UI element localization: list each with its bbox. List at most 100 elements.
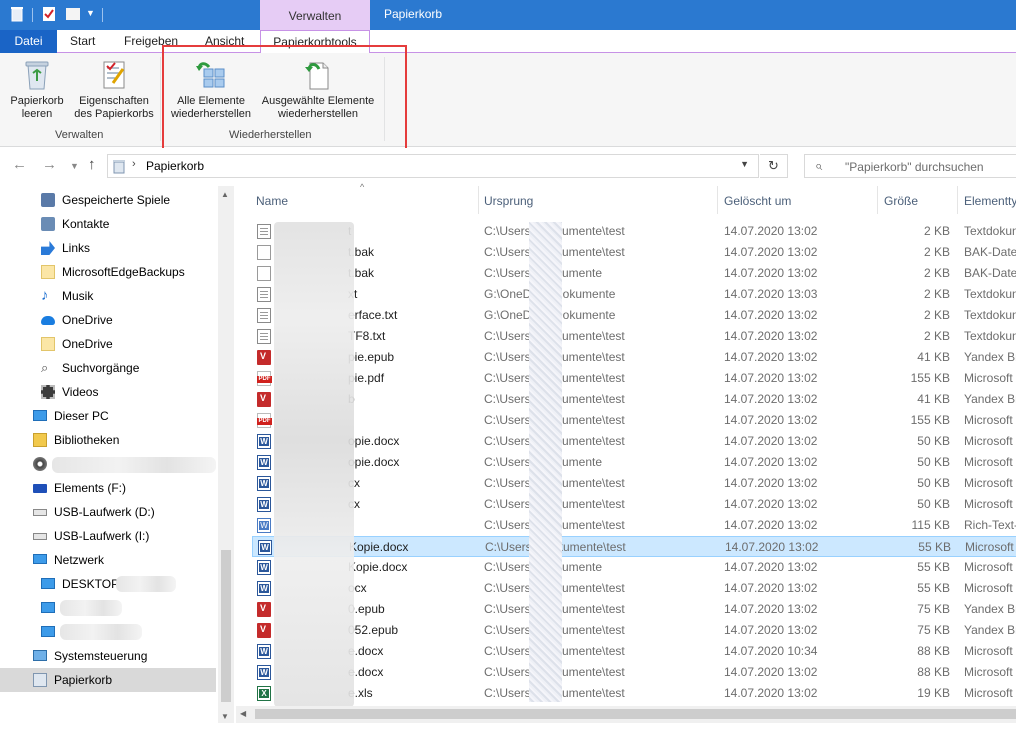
column-divider[interactable] [877, 186, 878, 214]
tab-start[interactable]: Start [70, 30, 95, 53]
breadcrumb[interactable]: Papierkorb [146, 159, 204, 173]
table-row[interactable]: pie.epubC:\Users\ \Dokumente\test14.07.2… [252, 347, 1016, 368]
search-placeholder: "Papierkorb" durchsuchen [845, 160, 984, 174]
column-header-name[interactable]: Name [256, 186, 288, 214]
file-type: Microsoft [965, 540, 1014, 554]
network-icon [33, 554, 47, 564]
table-row[interactable]: opie.docxC:\Users\ \Dokumente\test14.07.… [252, 431, 1016, 452]
music-icon: ♪ [41, 287, 49, 304]
scroll-down-icon[interactable]: ▼ [221, 712, 229, 721]
file-size: 155 KB [910, 371, 950, 385]
nav-item-onedrive[interactable]: OneDrive [0, 308, 216, 332]
drive-icon [33, 484, 47, 493]
empty-recycle-bin-button[interactable]: Papierkorb leeren [4, 59, 70, 121]
table-row[interactable]: cxC:\Users\ \Dokumente\test14.07.2020 13… [252, 473, 1016, 494]
address-bar[interactable]: › Papierkorb ▼ [107, 154, 759, 178]
nav-item-microsoftedgebackups[interactable]: MicrosoftEdgeBackups [0, 260, 216, 284]
column-divider[interactable] [717, 186, 718, 214]
navigation-bar: ← → ▼ ↑ › Papierkorb ▼ ↻ ⌕ "Papierkorb" … [0, 148, 1016, 184]
nav-item-label: OneDrive [62, 313, 113, 327]
nav-item-computer-2[interactable] [0, 596, 216, 620]
table-row[interactable]: bC:\Users\ \Dokumente\test14.07.2020 13:… [252, 389, 1016, 410]
scrollbar-thumb[interactable] [255, 709, 1016, 719]
nav-item-musik[interactable]: ♪ Musik [0, 284, 216, 308]
recycle-bin-icon[interactable] [8, 5, 26, 23]
chevron-down-icon[interactable]: ▼ [740, 159, 749, 169]
table-row[interactable]: t.bak C:\Users\ \Dokumente\test 14.07.2020… [252, 242, 1016, 263]
table-row[interactable]: Kopie.docxC:\Users\ \Dokumente14.07.2020… [252, 557, 1016, 578]
refresh-icon[interactable]: ↻ [760, 154, 788, 178]
nav-item-desktop[interactable]: DESKTOP- [0, 572, 216, 596]
ribbon-tabs: Datei Start Freigeben Ansicht Papierkorb… [0, 30, 1016, 54]
recycle-bin-properties-button[interactable]: Eigenschaften des Papierkorbs [72, 59, 156, 121]
computer-icon [41, 602, 55, 613]
file-list-scrollbar[interactable]: ◀ [236, 706, 1016, 723]
table-row[interactable]: Kopie.docxC:\Users\ \Dokumente\test14.07… [252, 536, 1016, 557]
nav-item-label: Suchvorgänge [62, 361, 140, 375]
nav-item-computer-3[interactable] [0, 620, 216, 644]
back-arrow-icon[interactable]: ← [12, 156, 27, 173]
search-input[interactable]: ⌕ "Papierkorb" durchsuchen [804, 154, 1016, 178]
breadcrumb-chevron-icon[interactable]: › [132, 158, 136, 170]
nav-item-elements[interactable]: Elements (F:) [0, 476, 216, 500]
table-row[interactable]: e.xlsC:\Users\ \Dokumente\test14.07.2020… [252, 683, 1016, 704]
table-row[interactable]: cxC:\Users\ \Dokumente\test14.07.2020 13… [252, 494, 1016, 515]
nav-item-label: Kontakte [62, 217, 110, 231]
file-type: Textdokun [964, 224, 1016, 238]
table-row[interactable]: C:\Users\ \Dokumente\test14.07.2020 13:0… [252, 515, 1016, 536]
nav-item-systemsteuerung[interactable]: Systemsteuerung [0, 644, 216, 668]
table-row[interactable]: 0.epubC:\Users\ \Dokumente\test14.07.202… [252, 599, 1016, 620]
table-row[interactable]: e.docxC:\Users\ \Dokumente\test14.07.202… [252, 662, 1016, 683]
txt-file-icon [257, 329, 271, 344]
column-divider[interactable] [478, 186, 479, 214]
table-row[interactable]: xtG:\OneDrive\Dokumente14.07.2020 13:032… [252, 284, 1016, 305]
nav-item-dieser-pc[interactable]: Dieser PC [0, 404, 216, 428]
table-row[interactable]: ocxC:\Users\ \Dokumente\test14.07.2020 1… [252, 578, 1016, 599]
nav-item-usb-i[interactable]: USB-Laufwerk (I:) [0, 524, 216, 548]
column-divider[interactable] [957, 186, 958, 214]
properties-icon[interactable] [40, 5, 58, 23]
table-row[interactable]: erface.txtG:\OneDrive\Dokumente14.07.202… [252, 305, 1016, 326]
table-row[interactable]: opie.docxC:\Users\ \Dokumente14.07.2020 … [252, 452, 1016, 473]
table-row[interactable]: t.bak C:\Users\ \Dokumente 14.07.2020 13:0… [252, 263, 1016, 284]
usb-drive-icon [33, 533, 47, 540]
file-type: Microsoft [964, 581, 1013, 595]
table-row[interactable]: pie.pdfC:\Users\ \Dokumente\test14.07.20… [252, 368, 1016, 389]
nav-item-disc[interactable] [0, 452, 216, 476]
scroll-left-icon[interactable]: ◀ [240, 709, 246, 718]
nav-item-bibliotheken[interactable]: Bibliotheken [0, 428, 216, 452]
nav-item-kontakte[interactable]: Kontakte [0, 212, 216, 236]
scroll-up-icon[interactable]: ▲ [221, 190, 229, 199]
table-row[interactable]: tC:\Users\ \Dokumente\test14.07.2020 13:… [252, 221, 1016, 242]
column-header-deleted[interactable]: Gelöscht um [724, 186, 791, 214]
scrollbar-thumb[interactable] [221, 550, 231, 702]
nav-item-suchvorgaenge[interactable]: ⌕ Suchvorgänge [0, 356, 216, 380]
nav-item-onedrive-folder[interactable]: OneDrive [0, 332, 216, 356]
table-row[interactable]: e.docxC:\Users\ \Dokumente\test14.07.202… [252, 641, 1016, 662]
nav-item-usb-d[interactable]: USB-Laufwerk (D:) [0, 500, 216, 524]
epub-file-icon [257, 350, 271, 365]
tab-datei[interactable]: Datei [0, 30, 57, 53]
blank-file-icon [257, 245, 271, 260]
column-header-origin[interactable]: Ursprung [484, 186, 533, 214]
forward-arrow-icon[interactable]: → [42, 156, 57, 173]
txt-file-icon [257, 224, 271, 239]
redacted-text [52, 457, 216, 473]
nav-item-papierkorb[interactable]: Papierkorb [0, 668, 216, 692]
recent-locations-icon[interactable]: ▼ [70, 161, 79, 171]
new-folder-icon[interactable] [64, 5, 82, 23]
table-row[interactable]: 052.epubC:\Users\ \Dokumente\test14.07.2… [252, 620, 1016, 641]
nav-pane-scrollbar[interactable]: ▲ ▼ [218, 186, 234, 723]
file-size: 55 KB [917, 581, 950, 595]
file-size: 2 KB [923, 266, 950, 280]
column-header-size[interactable]: Größe [884, 186, 918, 214]
file-size: 2 KB [923, 329, 950, 343]
table-row[interactable]: TF8.txt C:\Users\ \Dokumente\test 14.07.20… [252, 326, 1016, 347]
column-header-type[interactable]: Elementty [964, 186, 1016, 214]
nav-item-netzwerk[interactable]: Netzwerk [0, 548, 216, 572]
up-arrow-icon[interactable]: ↑ [88, 156, 96, 173]
nav-item-gespeicherte-spiele[interactable]: Gespeicherte Spiele [0, 188, 216, 212]
nav-item-links[interactable]: Links [0, 236, 216, 260]
nav-item-videos[interactable]: Videos [0, 380, 216, 404]
table-row[interactable]: C:\Users\ \Dokumente\test14.07.2020 13:0… [252, 410, 1016, 431]
